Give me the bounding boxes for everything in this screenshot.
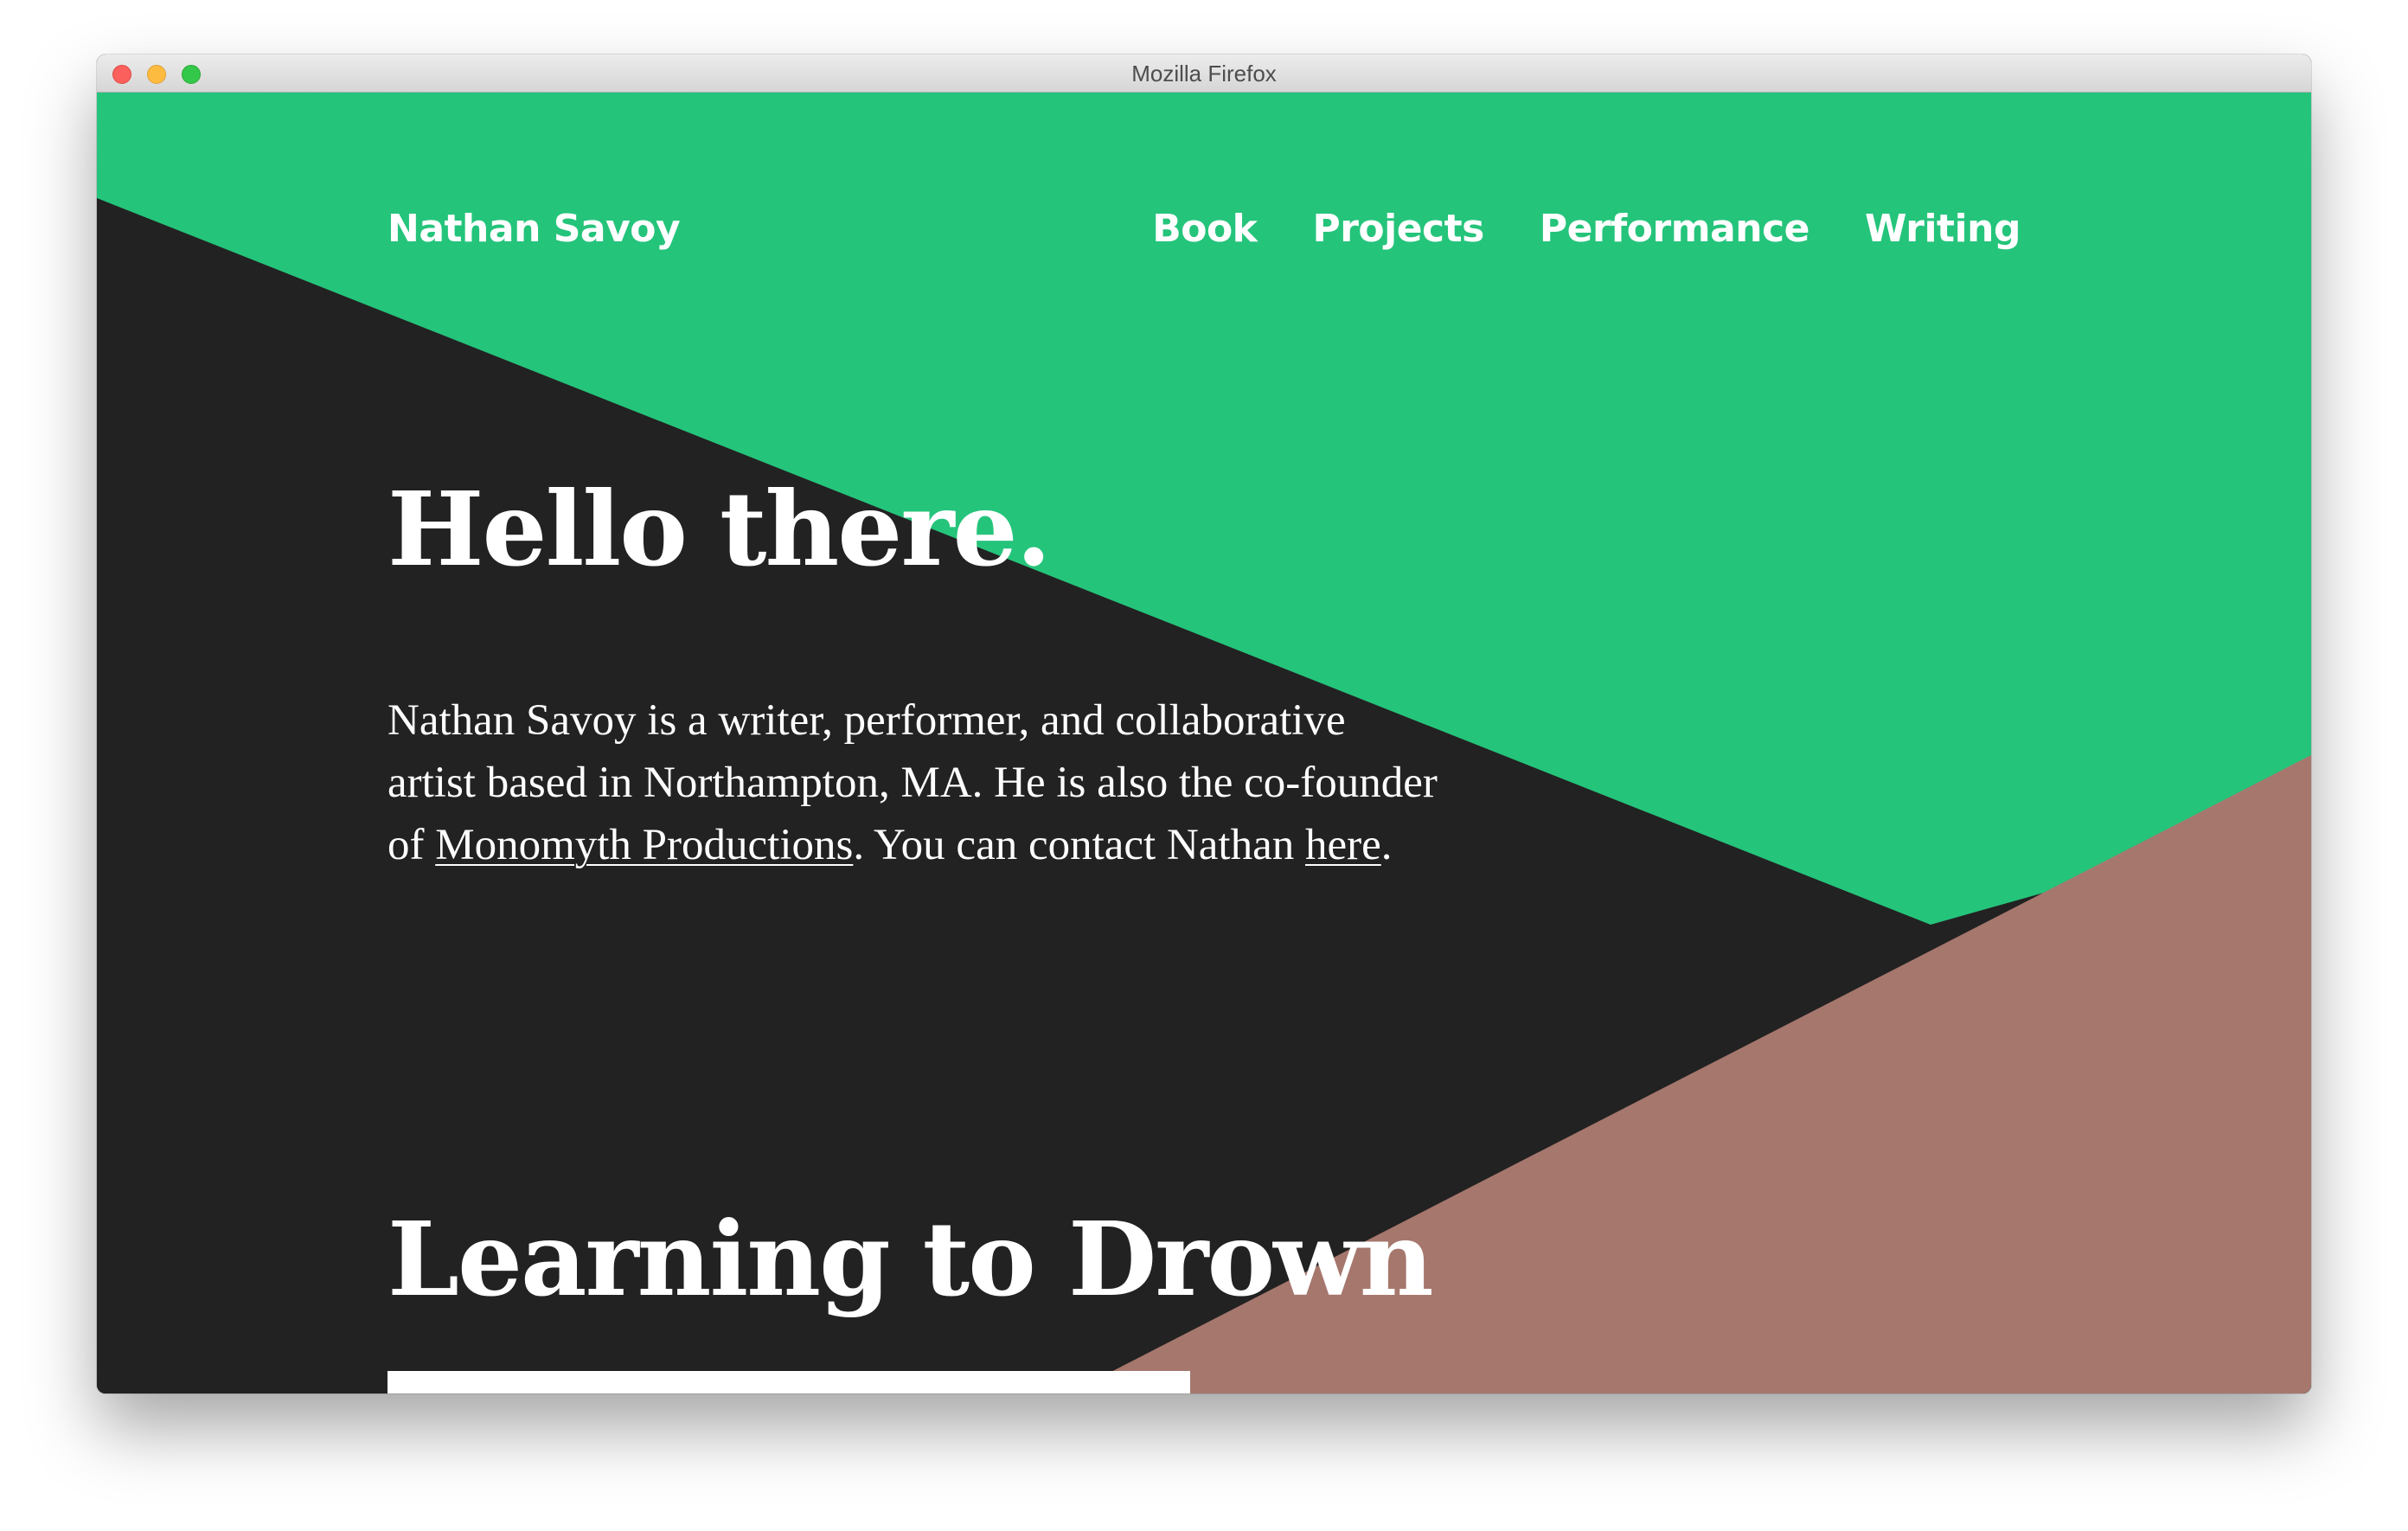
intro-paragraph: Nathan Savoy is a writer, performer, and…: [387, 689, 1443, 876]
main-nav: Book Projects Performance Writing: [1152, 207, 2021, 251]
screenshot-stage: Mozilla Firefox Nathan Savoy Book Projec…: [0, 0, 2408, 1531]
contact-here-link[interactable]: here: [1305, 821, 1381, 869]
window-title: Mozilla Firefox: [1131, 61, 1277, 86]
intro-text-3: .: [1380, 821, 1393, 869]
window-titlebar: Mozilla Firefox: [97, 54, 2311, 93]
book-section-title: Learning to Drown: [387, 1199, 1434, 1319]
nav-link-performance[interactable]: Performance: [1540, 207, 1810, 251]
nav-link-projects[interactable]: Projects: [1312, 207, 1484, 251]
site-brand-link[interactable]: Nathan Savoy: [387, 207, 681, 251]
book-card[interactable]: [387, 1371, 1190, 1393]
hero-title: Hello there.: [387, 469, 1052, 589]
nav-link-writing[interactable]: Writing: [1865, 207, 2021, 251]
intro-text-2: . You can contact Nathan: [853, 821, 1305, 869]
browser-window: Mozilla Firefox Nathan Savoy Book Projec…: [97, 54, 2311, 1393]
page-viewport: Nathan Savoy Book Projects Performance W…: [97, 93, 2311, 1393]
nav-link-book[interactable]: Book: [1152, 207, 1258, 251]
monomyth-productions-link[interactable]: Monomyth Productions: [435, 821, 853, 869]
